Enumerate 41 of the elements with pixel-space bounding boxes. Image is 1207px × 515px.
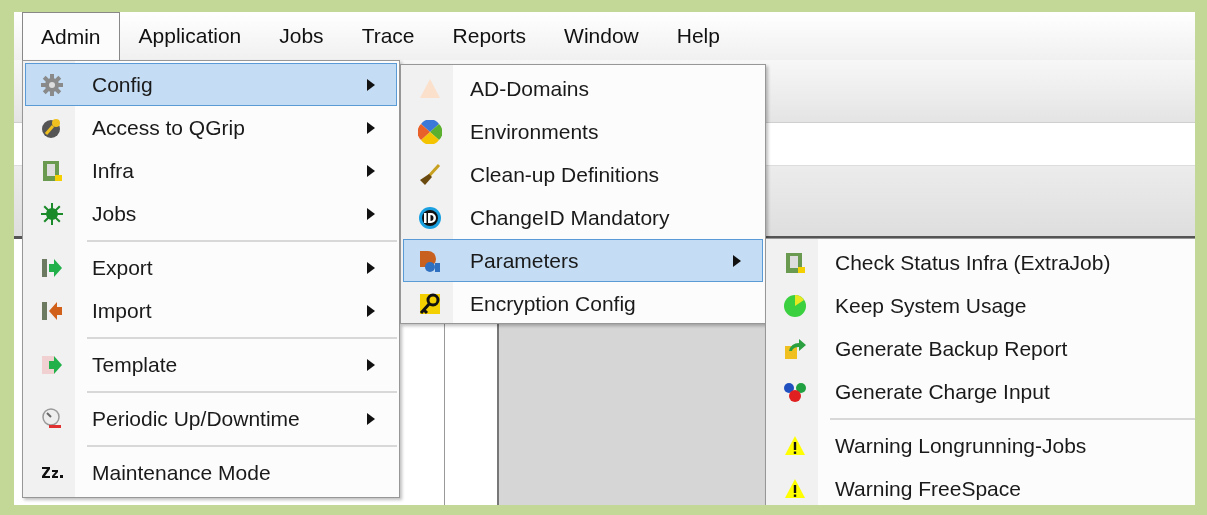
menu-item[interactable]: Environments (403, 110, 763, 153)
sleep-icon (41, 467, 63, 478)
menubar-item[interactable]: Reports (433, 12, 546, 60)
menu-item[interactable]: Warning Longrunning-Jobs (768, 424, 1195, 467)
pie-icon (783, 293, 807, 318)
sun-icon (40, 201, 64, 226)
menu-item[interactable]: Clean-up Definitions (403, 153, 763, 196)
menubar-item[interactable]: Window (545, 12, 658, 60)
menu-item[interactable]: Periodic Up/Downtime (25, 397, 397, 440)
key-icon (418, 291, 442, 316)
menu-item[interactable]: Jobs (25, 192, 397, 235)
menu-item[interactable]: Generate Backup Report (768, 327, 1195, 370)
menubar-item[interactable]: Help (657, 12, 739, 60)
menu-item[interactable]: Encryption Config (403, 282, 763, 325)
menu-item[interactable]: Parameters (403, 239, 763, 282)
menu-item[interactable]: ChangeID Mandatory (403, 196, 763, 239)
pinwheel-icon (418, 119, 442, 144)
menu-item[interactable]: Access to QGrip (25, 106, 397, 149)
menu-item[interactable]: Import (25, 289, 397, 332)
id-icon (418, 205, 442, 230)
menubar-item[interactable]: Application (119, 12, 261, 60)
menu-item[interactable]: Export (25, 246, 397, 289)
server-icon (40, 158, 64, 183)
menu-item[interactable]: Check Status Infra (ExtraJob) (768, 241, 1195, 284)
menu-item[interactable]: Template (25, 343, 397, 386)
menubar-item[interactable]: Jobs (260, 12, 343, 60)
menu-item[interactable]: Generate Charge Input (768, 370, 1195, 413)
menubar-item[interactable]: Trace (342, 12, 434, 60)
menu-item[interactable]: AD-Domains (403, 67, 763, 110)
broom-icon (418, 162, 442, 187)
menu-item[interactable]: Infra (25, 149, 397, 192)
menu-item[interactable]: Warning FreeSpace (768, 467, 1195, 505)
parameters-icon (418, 248, 442, 273)
menubar-item[interactable]: Admin (22, 12, 120, 60)
report-arrow-icon (783, 336, 807, 361)
clock-icon (40, 406, 64, 431)
menu-item[interactable]: Maintenance Mode (25, 451, 397, 494)
menu-item[interactable]: Keep System Usage (768, 284, 1195, 327)
server-icon (783, 250, 807, 275)
menu-item[interactable]: Config (25, 63, 397, 106)
gear-icon (40, 72, 64, 97)
